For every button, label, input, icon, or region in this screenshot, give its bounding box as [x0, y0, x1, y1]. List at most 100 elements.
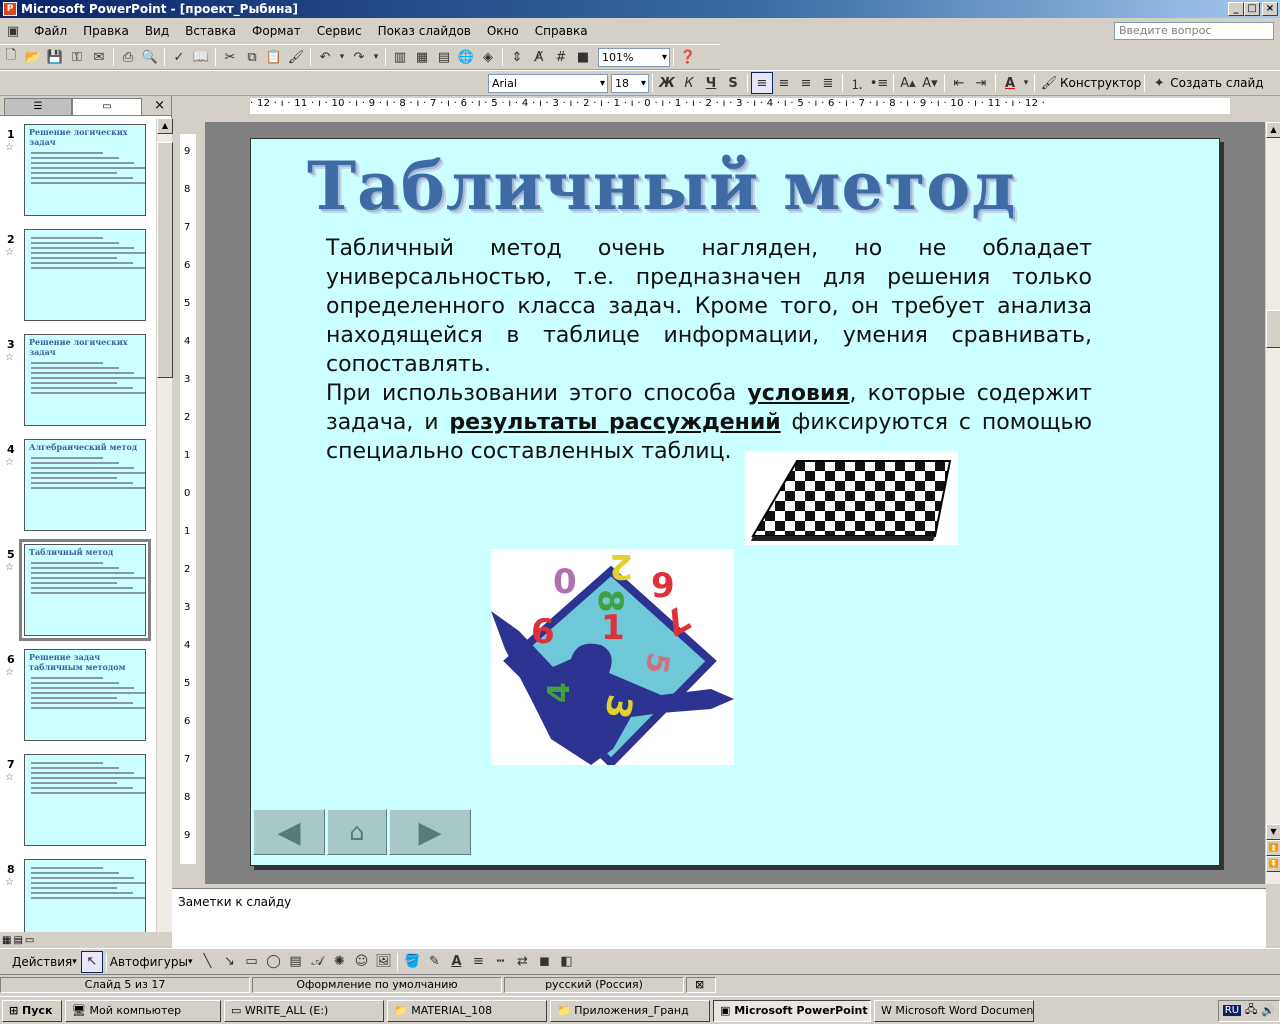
task-powerpoint[interactable]: ▣ Microsoft PowerPoint ...	[713, 999, 871, 1022]
slide-thumbnail[interactable]: Решение логических задач	[24, 124, 146, 216]
next-slide-button[interactable]: ▶	[389, 809, 471, 855]
menu-insert[interactable]: Вставка	[177, 24, 244, 38]
menu-format[interactable]: Формат	[244, 24, 309, 38]
prev-slide-button[interactable]: ◀	[253, 809, 325, 855]
start-button[interactable]: ⊞ Пуск	[2, 999, 62, 1022]
autoshapes-menu[interactable]: Автофигуры	[110, 955, 188, 969]
slide-thumbnail[interactable]	[24, 859, 146, 932]
home-slide-button[interactable]: ⌂	[327, 809, 387, 855]
redo-icon[interactable]: ↷	[348, 46, 370, 68]
slide-thumbnail[interactable]: Решение логических задач	[24, 334, 146, 426]
volume-icon[interactable]: 🔊	[1261, 1004, 1275, 1017]
outline-tab-icon[interactable]: ☰	[4, 98, 72, 115]
font-color-dropdown-icon[interactable]: ▾	[1021, 72, 1031, 94]
slideshow-view-icon[interactable]: ▭	[25, 935, 34, 946]
redo-dropdown-icon[interactable]: ▾	[370, 46, 382, 68]
shadow-style-icon[interactable]: ◼	[533, 951, 555, 973]
task-material[interactable]: 📁 MATERIAL_108	[387, 999, 547, 1022]
decrease-indent-icon[interactable]: ⇤	[948, 72, 970, 94]
horizontal-ruler[interactable]: · 12 · ı · 11 · ı · 10 · ı · 9 · ı · 8 ·…	[250, 98, 1230, 114]
slide-thumbnail[interactable]: Табличный метод	[19, 539, 151, 641]
chessboard-image[interactable]	[745, 451, 958, 545]
close-button[interactable]: ×	[1262, 2, 1278, 16]
close-panel-icon[interactable]: ×	[154, 98, 165, 113]
actions-dropdown-icon[interactable]: ▾	[72, 957, 77, 967]
menu-slideshow[interactable]: Показ слайдов	[370, 24, 479, 38]
panel-scrollbar[interactable]: ▲	[156, 118, 173, 932]
wordart-icon[interactable]: 𝒜	[306, 951, 328, 973]
scroll-down-icon[interactable]: ▼	[1266, 824, 1280, 840]
permission-icon[interactable]: ⚿	[66, 46, 88, 68]
expand-icon[interactable]: ⇕	[506, 46, 528, 68]
align-center-icon[interactable]: ≡	[773, 72, 795, 94]
cut-icon[interactable]: ✂	[219, 46, 241, 68]
align-right-icon[interactable]: ≡	[795, 72, 817, 94]
line-icon[interactable]: ╲	[196, 951, 218, 973]
scroll-up-icon[interactable]: ▲	[157, 118, 173, 134]
hyperlink-icon[interactable]: 🌐	[455, 46, 477, 68]
task-write-all[interactable]: ▭ WRITE_ALL (E:)	[224, 999, 384, 1022]
menu-tools[interactable]: Сервис	[309, 24, 370, 38]
diagram-icon[interactable]: ◈	[477, 46, 499, 68]
new-slide-button[interactable]: Создать слайд	[1170, 76, 1263, 90]
picture-icon[interactable]: 🖼	[372, 951, 394, 973]
spelling-status-icon[interactable]: ⊠	[686, 976, 716, 993]
undo-dropdown-icon[interactable]: ▾	[336, 46, 348, 68]
task-word[interactable]: W Microsoft Word Documen...	[874, 999, 1034, 1022]
line-color-icon[interactable]: ✎	[423, 951, 445, 973]
slide-body-text[interactable]: Табличный метод очень нагляден, но не об…	[326, 234, 1092, 466]
slide-title[interactable]: Табличный метод	[307, 147, 1016, 225]
email-icon[interactable]: ✉	[88, 46, 110, 68]
arrow-icon[interactable]: ↘	[218, 951, 240, 973]
document-icon[interactable]: ▣	[0, 20, 26, 42]
help-icon[interactable]: ❓	[677, 46, 699, 68]
oval-icon[interactable]: ◯	[262, 951, 284, 973]
designer-icon[interactable]: 🖌	[1038, 72, 1060, 94]
actions-menu[interactable]: Действия	[12, 955, 72, 969]
vertical-ruler[interactable]: 9 8 7 6 5 4 3 2 1 0 1 2 3 4 5 6 7 8 9	[180, 134, 196, 864]
italic-button[interactable]: К	[678, 72, 700, 94]
color-icon[interactable]: ■	[572, 46, 594, 68]
new-icon[interactable]: 🗋	[0, 46, 22, 68]
minimize-button[interactable]: _	[1228, 2, 1244, 16]
format-painter-icon[interactable]: 🖌	[285, 46, 307, 68]
slide[interactable]: Табличный метод Табличный метод очень на…	[250, 138, 1220, 866]
3d-style-icon[interactable]: ◧	[555, 951, 577, 973]
font-select[interactable]: Arial	[488, 73, 608, 93]
sorter-view-icon[interactable]: ▤	[13, 935, 22, 946]
powerpoint-icon[interactable]: P	[3, 2, 17, 16]
preview-icon[interactable]: 🔍	[139, 46, 161, 68]
slide-thumbnail[interactable]	[24, 754, 146, 846]
rectangle-icon[interactable]: ▭	[240, 951, 262, 973]
network-icon[interactable]: 🖧	[1245, 1001, 1257, 1020]
task-my-computer[interactable]: 🖥 Мой компьютер	[65, 999, 221, 1022]
panel-scroll-thumb[interactable]	[157, 142, 173, 378]
task-apps-grand[interactable]: 📁 Приложения_Гранд	[550, 999, 710, 1022]
designer-button[interactable]: Конструктор	[1060, 76, 1141, 90]
slide-thumbnail[interactable]	[24, 229, 146, 321]
print-icon[interactable]: ⎙	[117, 46, 139, 68]
open-icon[interactable]: 📂	[22, 46, 44, 68]
menu-file[interactable]: Файл	[26, 24, 75, 38]
fill-color-icon[interactable]: 🪣	[401, 951, 423, 973]
numbers-figure-image[interactable]: 0 2 9 8 1 6 7 5 4 3	[491, 546, 734, 769]
ask-question-input[interactable]: Введите вопрос	[1114, 22, 1274, 40]
bold-button[interactable]: Ж	[656, 72, 678, 94]
slide-scrollbar[interactable]: ▲ ▼ ⏫ ⏬	[1265, 122, 1280, 884]
menu-window[interactable]: Окно	[479, 24, 527, 38]
chart-icon[interactable]: ▥	[389, 46, 411, 68]
menu-edit[interactable]: Правка	[75, 24, 137, 38]
text-color-icon[interactable]: A	[445, 951, 467, 973]
slide-scroll-thumb[interactable]	[1266, 310, 1280, 348]
table-icon[interactable]: ▦	[411, 46, 433, 68]
decrease-font-icon[interactable]: A▾	[919, 72, 941, 94]
notes-pane[interactable]: Заметки к слайду	[172, 888, 1266, 948]
save-icon[interactable]: 💾	[44, 46, 66, 68]
paste-icon[interactable]: 📋	[263, 46, 285, 68]
font-size-select[interactable]: 18	[611, 73, 649, 93]
slide-thumbnail[interactable]: Решение задач табличным методом	[24, 649, 146, 741]
justify-icon[interactable]: ≣	[817, 72, 839, 94]
grid-icon[interactable]: #	[550, 46, 572, 68]
menu-help[interactable]: Справка	[527, 24, 596, 38]
tables-borders-icon[interactable]: ▤	[433, 46, 455, 68]
